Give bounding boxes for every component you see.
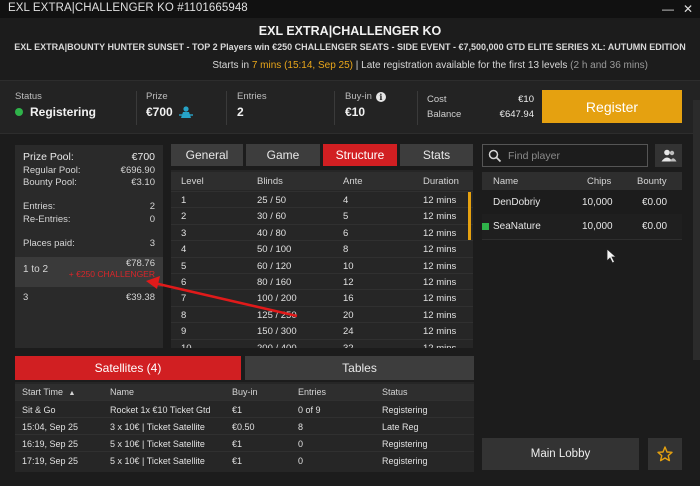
mouse-cursor-icon [606,248,618,264]
annotation-arrow [146,276,298,318]
